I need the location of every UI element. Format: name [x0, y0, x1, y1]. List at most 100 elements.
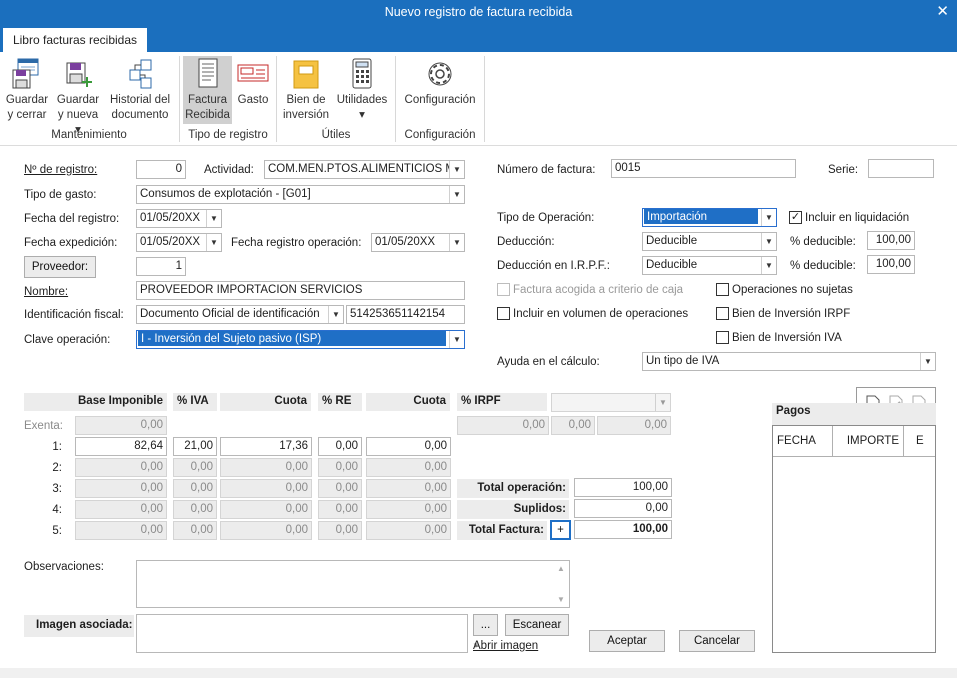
row1-base-input[interactable]: 82,64 [75, 437, 167, 456]
ident-fiscal-num-input[interactable]: 514253651142154 [346, 305, 465, 324]
pagos-col-fecha[interactable]: FECHA [777, 435, 816, 447]
imagen-asociada-box[interactable]: ▲ ▼ [136, 614, 480, 653]
row5-re-input[interactable]: 0,00 [318, 521, 362, 540]
serie-input[interactable] [868, 159, 934, 178]
exenta-input[interactable]: 0,00 [75, 416, 167, 435]
row1-re-input[interactable]: 0,00 [318, 437, 362, 456]
proveedor-button[interactable]: Proveedor: [24, 256, 96, 278]
nombre-label: Nombre: [24, 286, 69, 298]
op-no-sujetas-checkbox[interactable] [716, 283, 729, 296]
row4-re-input[interactable]: 0,00 [318, 500, 362, 519]
bien-iva-checkbox[interactable] [716, 331, 729, 344]
row5-cuota-re-input[interactable]: 0,00 [366, 521, 451, 540]
save-new-button[interactable]: Guardar y nueva ▾ [54, 56, 102, 138]
chevron-down-icon[interactable]: ▼ [449, 161, 464, 178]
nombre-input[interactable]: PROVEEDOR IMPORTACION SERVICIOS [136, 281, 465, 300]
tipo-operacion-select[interactable]: Importación ▼ [642, 208, 777, 227]
pct-deducible-input[interactable]: 100,00 [867, 231, 915, 250]
chevron-down-icon[interactable]: ▼ [449, 186, 464, 203]
abrir-imagen-link[interactable]: Abrir imagen [473, 640, 538, 652]
fecha-expedicion-date[interactable]: 01/05/20XX ▼ [136, 233, 222, 252]
close-icon[interactable]: ✕ [936, 2, 949, 20]
aceptar-button[interactable]: Aceptar [589, 630, 665, 652]
chevron-down-icon[interactable]: ▼ [920, 353, 935, 370]
pagos-col-importe[interactable]: IMPORTE [837, 435, 899, 447]
history-button[interactable]: Historial del documento [106, 56, 174, 123]
row3-base-input[interactable]: 0,00 [75, 479, 167, 498]
criterio-caja-checkbox[interactable] [497, 283, 510, 296]
status-strip [0, 668, 957, 678]
fecha-registro-date[interactable]: 01/05/20XX ▼ [136, 209, 222, 228]
volumen-operaciones-checkbox[interactable] [497, 307, 510, 320]
row5-base-input[interactable]: 0,00 [75, 521, 167, 540]
cancelar-button[interactable]: Cancelar [679, 630, 755, 652]
pagos-table[interactable]: FECHA IMPORTE E [772, 425, 936, 653]
row4-iva-input[interactable]: 0,00 [173, 500, 217, 519]
ayuda-calculo-select[interactable]: Un tipo de IVA ▼ [642, 352, 936, 371]
ident-fiscal-tipo-select[interactable]: Documento Oficial de identificación ▼ [136, 305, 344, 324]
tab-libro-facturas[interactable]: Libro facturas recibidas [3, 28, 147, 52]
chevron-down-icon[interactable]: ▼ [206, 234, 221, 251]
total-operacion-input[interactable]: 100,00 [574, 478, 672, 497]
utilidades-button[interactable]: Utilidades ▾ [334, 56, 390, 123]
scroll-down-icon[interactable]: ▼ [557, 595, 565, 604]
row4-base-input[interactable]: 0,00 [75, 500, 167, 519]
fecha-reg-operacion-date[interactable]: 01/05/20XX ▼ [371, 233, 465, 252]
bien-iva-label: Bien de Inversión IVA [732, 332, 842, 344]
chevron-down-icon[interactable]: ▼ [449, 331, 464, 348]
row3-re-input[interactable]: 0,00 [318, 479, 362, 498]
factura-recibida-button[interactable]: Factura Recibida [183, 56, 232, 124]
browse-button[interactable]: ... [473, 614, 498, 636]
tipo-gasto-select[interactable]: Consumos de explotación - [G01] ▼ [136, 185, 465, 204]
gasto-button[interactable]: Gasto [234, 56, 272, 108]
irpf-pct-input[interactable]: 0,00 [551, 416, 595, 435]
incluir-liquidacion-checkbox[interactable]: ✓ [789, 211, 802, 224]
chevron-down-icon[interactable]: ▼ [206, 210, 221, 227]
pct-deducible-irpf-input[interactable]: 100,00 [867, 255, 915, 274]
total-factura-input[interactable]: 100,00 [574, 520, 672, 539]
window-title: Nuevo registro de factura recibida [384, 5, 573, 19]
deduccion-select[interactable]: Deducible ▼ [642, 232, 777, 251]
chevron-down-icon[interactable]: ▼ [761, 209, 776, 226]
deduccion-irpf-select[interactable]: Deducible ▼ [642, 256, 777, 275]
clave-operacion-select[interactable]: I - Inversión del Sujeto pasivo (ISP) ▼ [136, 330, 465, 349]
irpf-base-input[interactable]: 0,00 [457, 416, 549, 435]
row1-iva-input[interactable]: 21,00 [173, 437, 217, 456]
num-factura-input[interactable]: 0015 [611, 159, 796, 178]
observaciones-scrollbar[interactable]: ▲ ▼ [553, 561, 569, 607]
total-factura-expand-button[interactable]: + [550, 520, 571, 540]
row1-cuota-re-input[interactable]: 0,00 [366, 437, 451, 456]
num-registro-input[interactable]: 0 [136, 160, 186, 179]
row2-iva-input[interactable]: 0,00 [173, 458, 217, 477]
row3-iva-input[interactable]: 0,00 [173, 479, 217, 498]
row5-cuota-input[interactable]: 0,00 [220, 521, 312, 540]
scroll-up-icon[interactable]: ▲ [557, 564, 565, 573]
escanear-button[interactable]: Escanear [505, 614, 569, 636]
configuracion-button[interactable]: Configuración [401, 56, 479, 108]
actividad-select[interactable]: COM.MEN.PTOS.ALIMENTICIOS ME ▼ [264, 160, 465, 179]
suplidos-input[interactable]: 0,00 [574, 499, 672, 518]
save-close-button[interactable]: Guardar y cerrar [3, 56, 51, 123]
row2-cuota-input[interactable]: 0,00 [220, 458, 312, 477]
irpf-cuota-input[interactable]: 0,00 [597, 416, 671, 435]
row3-cuota-input[interactable]: 0,00 [220, 479, 312, 498]
chevron-down-icon[interactable]: ▼ [655, 394, 670, 411]
chevron-down-icon[interactable]: ▼ [761, 257, 776, 274]
irpf-select[interactable]: ▼ [551, 393, 671, 412]
proveedor-input[interactable]: 1 [136, 257, 186, 276]
row2-base-input[interactable]: 0,00 [75, 458, 167, 477]
bien-irpf-checkbox[interactable] [716, 307, 729, 320]
bien-inversion-button[interactable]: Bien de inversión [283, 56, 329, 123]
chevron-down-icon[interactable]: ▼ [449, 234, 464, 251]
row1-cuota-input[interactable]: 17,36 [220, 437, 312, 456]
row5-iva-input[interactable]: 0,00 [173, 521, 217, 540]
pagos-col-e[interactable]: E [916, 435, 924, 447]
chevron-down-icon[interactable]: ▼ [328, 306, 343, 323]
row4-cuota-re-input[interactable]: 0,00 [366, 500, 451, 519]
row4-cuota-input[interactable]: 0,00 [220, 500, 312, 519]
row2-cuota-re-input[interactable]: 0,00 [366, 458, 451, 477]
observaciones-textarea[interactable]: ▲ ▼ [136, 560, 570, 608]
row2-re-input[interactable]: 0,00 [318, 458, 362, 477]
chevron-down-icon[interactable]: ▼ [761, 233, 776, 250]
row3-cuota-re-input[interactable]: 0,00 [366, 479, 451, 498]
